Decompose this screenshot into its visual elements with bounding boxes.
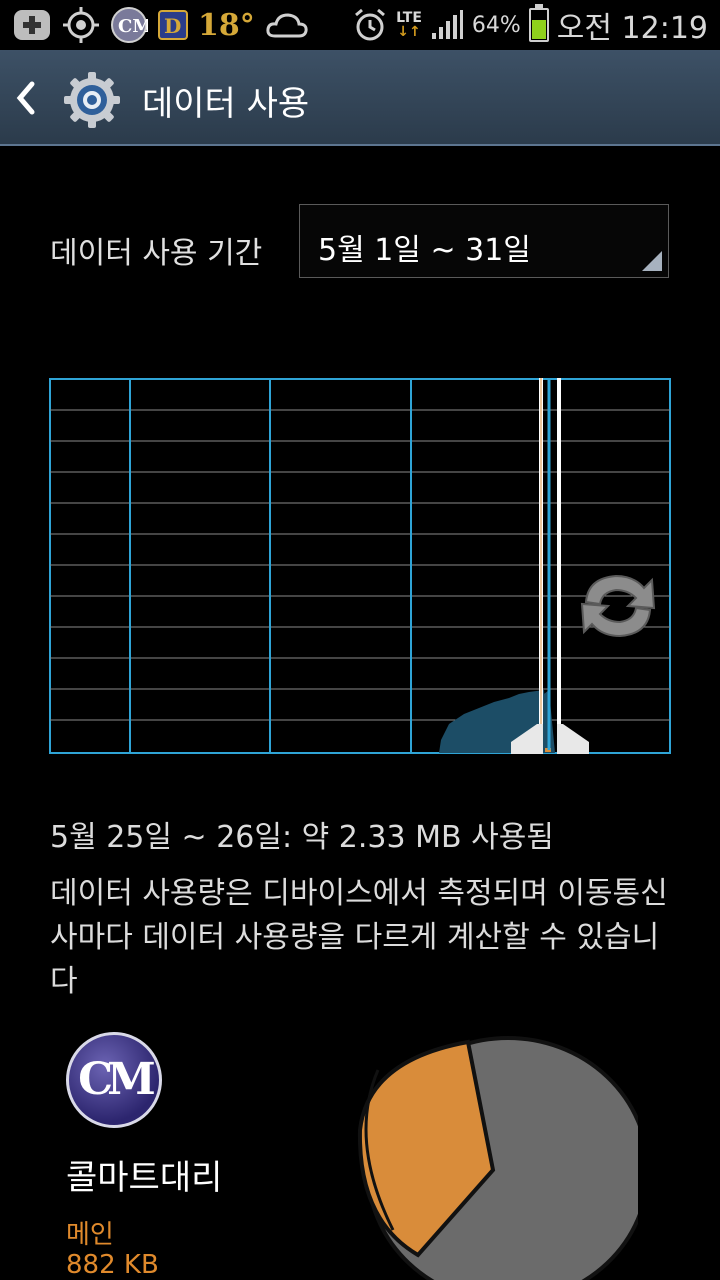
usage-summary: 5월 25일 ~ 26일: 약 2.33 MB 사용됨 xyxy=(50,820,554,855)
alarm-icon xyxy=(355,8,386,41)
status-bar-right: LTE ↓↑ 64% 오전 12:19 xyxy=(352,4,708,46)
period-label: 데이터 사용 기간 xyxy=(50,236,263,271)
network-type-text: LTE xyxy=(396,10,422,26)
app-avatar-text: CM xyxy=(78,1054,156,1105)
app-usage-value: 882 KB xyxy=(66,1250,159,1280)
dropdown-arrow-icon xyxy=(642,251,662,271)
page-title: 데이터 사용 xyxy=(142,84,310,124)
gear-icon xyxy=(64,72,120,128)
app-cm-icon: CM xyxy=(111,7,148,43)
status-bar: CM D 18° LTE ↓↑ 64% 오전 12:19 xyxy=(0,0,720,50)
cloud-icon xyxy=(266,13,308,38)
gps-icon xyxy=(63,7,99,43)
data-arrows-icon: ↓↑ xyxy=(397,24,421,40)
usage-disclaimer: 데이터 사용량은 디바이스에서 측정되며 이동통신사마다 데이터 사용량을 다르… xyxy=(50,876,668,999)
app-usage-label: 메인 xyxy=(66,1220,114,1250)
refresh-icon[interactable] xyxy=(572,566,664,646)
chart-vertical-grid xyxy=(129,379,412,753)
period-dropdown[interactable]: 5월 1일 ~ 31일 xyxy=(299,204,669,278)
period-value: 5월 1일 ~ 31일 xyxy=(318,233,531,268)
clock-text: 오전 12:19 xyxy=(556,11,708,46)
lte-data-icon: LTE ↓↑ xyxy=(396,11,422,39)
status-bar-left: CM D 18° xyxy=(12,6,309,44)
svg-text:D: D xyxy=(164,14,181,38)
app-d-icon: D xyxy=(158,10,188,40)
battery-percent-text: 64% xyxy=(471,12,521,38)
chart-horizontal-grid xyxy=(50,409,670,721)
signal-icon xyxy=(431,10,463,39)
add-icon xyxy=(14,10,50,40)
chevron-left-icon xyxy=(16,81,35,115)
battery-icon xyxy=(528,4,549,42)
action-bar: 데이터 사용 xyxy=(0,50,720,146)
app-name[interactable]: 콜마트대리 xyxy=(66,1150,222,1199)
temperature-text: 18° xyxy=(198,7,255,43)
back-button[interactable] xyxy=(10,76,50,120)
app-avatar[interactable]: CM xyxy=(66,1032,162,1128)
usage-pie-chart xyxy=(357,1036,638,1280)
svg-text:CM: CM xyxy=(118,16,148,37)
